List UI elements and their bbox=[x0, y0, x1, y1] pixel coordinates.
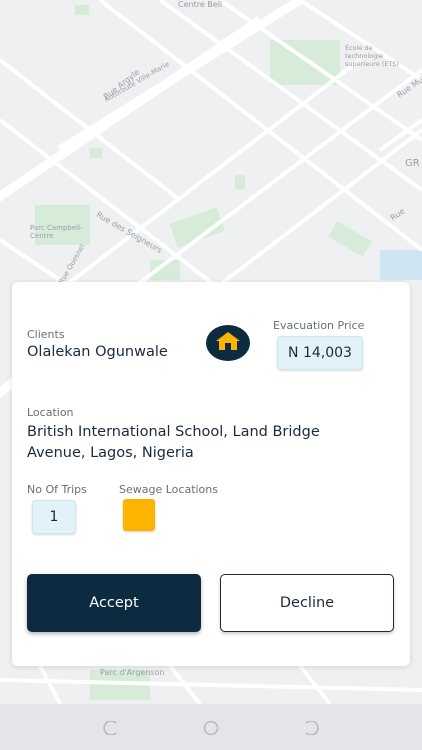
location-label: Location bbox=[27, 406, 74, 419]
trips-label: No Of Trips bbox=[27, 483, 87, 496]
client-name: Olalekan Ogunwale bbox=[27, 344, 168, 360]
clients-label: Clients bbox=[27, 328, 65, 341]
price-badge: N 14,003 bbox=[277, 336, 363, 370]
sewage-location-swatch[interactable] bbox=[123, 499, 155, 531]
back-icon[interactable] bbox=[100, 720, 118, 739]
location-address: British International School, Land Bridg… bbox=[27, 422, 320, 464]
sewage-label: Sewage Locations bbox=[119, 483, 218, 496]
price-label: Evacuation Price bbox=[273, 319, 365, 332]
decline-button[interactable]: Decline bbox=[220, 574, 394, 632]
house-icon bbox=[215, 330, 241, 356]
map-label-ecole: École de technologie supérieure (ETS) bbox=[345, 44, 400, 68]
system-nav-bar bbox=[0, 704, 422, 750]
recents-icon[interactable] bbox=[304, 720, 322, 739]
location-line-1: British International School, Land Bridg… bbox=[27, 424, 320, 440]
accept-button[interactable]: Accept bbox=[27, 574, 201, 632]
trips-count: 1 bbox=[32, 500, 76, 534]
map-label-centre-bell: Centre Bell bbox=[178, 0, 223, 9]
map-label-parc-campbell: Parc Campbell-Centre bbox=[30, 224, 83, 240]
location-line-2: Avenue, Lagos, Nigeria bbox=[27, 445, 194, 461]
home-icon[interactable] bbox=[202, 720, 220, 739]
request-card: Clients Olalekan Ogunwale Evacuation Pri… bbox=[12, 282, 410, 666]
map-label-gr: GR bbox=[405, 158, 420, 169]
client-avatar bbox=[206, 325, 250, 361]
map-label-parc-argenson: Parc d'Argenson bbox=[100, 668, 165, 677]
